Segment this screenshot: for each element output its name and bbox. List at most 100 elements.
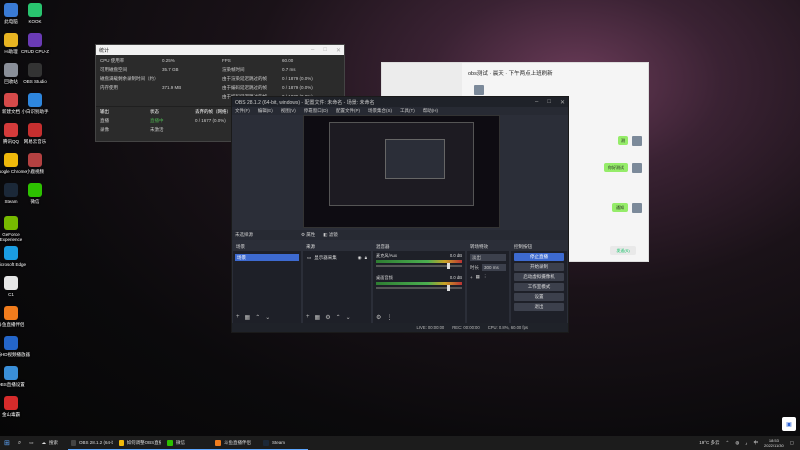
start-virtual-camera-button[interactable]: 启动虚拟摄像机 <box>514 273 564 281</box>
add-icon[interactable]: + <box>236 314 240 321</box>
menu-item[interactable]: 停靠窗口(D) <box>304 108 328 114</box>
duration-input[interactable]: 300 ms <box>482 264 506 271</box>
desktop-icon-label: Microsoft Edge <box>0 262 26 267</box>
add-icon[interactable]: + <box>306 314 310 321</box>
app-icon <box>4 276 18 290</box>
settings-button[interactable]: 设置 <box>514 293 564 301</box>
taskbar-app[interactable]: 微信 <box>164 436 213 450</box>
transition-type-select[interactable]: 淡出 <box>470 254 506 261</box>
send-button[interactable]: 发送(S) <box>610 246 636 255</box>
move-down-icon[interactable]: ⌄ <box>265 314 270 321</box>
live-timer: LIVE: 00:00:00 <box>416 325 445 330</box>
taskbar-app[interactable]: 如何调整OBS直播设... <box>116 436 165 450</box>
minimize-icon[interactable]: – <box>311 47 314 54</box>
volume-slider[interactable] <box>376 285 462 291</box>
volume-icon[interactable]: ♪ <box>745 441 747 446</box>
network-icon[interactable]: ◍ <box>735 440 739 446</box>
desktop-icon[interactable]: Microsoft Edge <box>0 246 31 267</box>
desktop-icon[interactable]: 小鹿视频 <box>15 153 55 174</box>
menu-item[interactable]: 场景集合(S) <box>368 108 392 114</box>
trash-icon[interactable]: ▦ <box>315 314 321 321</box>
eye-icon[interactable]: ◉ <box>358 255 362 261</box>
transition-type-row: 淡出 <box>470 254 506 261</box>
stat-cell: 由于编码延迟跳过的帧 <box>222 85 267 90</box>
stats-titlebar[interactable]: 统计 – □ ✕ <box>96 45 344 55</box>
desktop-icon[interactable]: 小白识别助手 <box>15 93 55 114</box>
desktop-icon[interactable]: C1 <box>0 276 31 297</box>
input-language[interactable]: 中 <box>754 440 759 446</box>
menu-item[interactable]: 配置文件(P) <box>336 108 360 114</box>
obs-titlebar[interactable]: OBS 28.1.2 (64-bit, windows) - 配置文件: 未命名… <box>232 97 568 107</box>
stat-cell: 内存使用 <box>100 85 118 90</box>
stat-cell: CPU 使用率 <box>100 58 125 63</box>
taskbar-app-label: Steam <box>272 440 286 445</box>
desktop-icon[interactable]: OBS直播设置 <box>0 366 31 387</box>
clock-date: 2022/11/30 <box>764 443 784 448</box>
filters-button[interactable]: ◧ 滤镜 <box>323 232 338 238</box>
weather-widget[interactable]: ☁ 搜索 <box>38 436 63 450</box>
menu-icon[interactable]: ⋮ <box>386 314 392 321</box>
menu-icon[interactable]: ⋮ <box>483 274 488 280</box>
trash-icon[interactable]: ▦ <box>245 314 251 321</box>
stat-cell: 磁盘满载剩余录制时间（约） <box>100 76 159 81</box>
stat-cell: 0.25% <box>162 58 175 63</box>
scene-item[interactable]: 场景 <box>235 254 299 261</box>
system-tray: 19°C 多云 ⌃ ◍ ♪ 中 18:53 2022/11/30 ▢ <box>699 438 800 448</box>
menu-item[interactable]: 帮助(H) <box>423 108 438 114</box>
desktop-icon[interactable]: KOOK <box>15 3 55 24</box>
taskbar-app[interactable]: 斗鱼直播伴侣 <box>212 436 261 450</box>
close-icon[interactable]: ✕ <box>560 99 565 106</box>
menu-item[interactable]: 文件(F) <box>235 108 250 114</box>
desktop-icon[interactable]: GeForce Experience <box>0 216 31 242</box>
settings-icon[interactable]: ⚙ <box>376 314 381 321</box>
move-up-icon[interactable]: ⌃ <box>255 314 260 321</box>
desktop-icon[interactable]: 斗鱼直播伴侣 <box>0 306 31 327</box>
weather-icon: ☁ <box>41 440 47 445</box>
volume-slider-knob[interactable] <box>447 263 450 269</box>
exit-button[interactable]: 退出 <box>514 303 564 311</box>
menu-item[interactable]: 视图(V) <box>281 108 296 114</box>
close-icon[interactable]: ✕ <box>336 47 341 54</box>
minimize-icon[interactable]: – <box>535 99 538 106</box>
obs-preview[interactable] <box>303 115 500 228</box>
studio-mode-button[interactable]: 工作室模式 <box>514 283 564 291</box>
monitor-icon: ▭ <box>307 254 312 260</box>
desktop-icon[interactable]: 网络HD视频播放器 <box>0 336 31 357</box>
notification-chip[interactable]: ▣ <box>782 417 796 431</box>
notification-icon[interactable]: ▢ <box>790 440 794 446</box>
desktop-icon[interactable]: OBS Studio <box>15 63 55 84</box>
desktop-icon[interactable]: 微信 <box>15 183 55 204</box>
desktop-icon[interactable]: CRUD CPU-Z <box>15 33 55 54</box>
add-icon[interactable]: + <box>470 275 473 280</box>
volume-slider[interactable] <box>376 263 462 269</box>
volume-slider-knob[interactable] <box>447 285 450 291</box>
desktop-icon[interactable]: 网易云音乐 <box>15 123 55 144</box>
stop-streaming-button[interactable]: 停止直播 <box>514 253 564 261</box>
gear-icon[interactable]: ⚙ <box>325 314 330 321</box>
lock-icon[interactable]: 🔒︎ <box>365 255 367 260</box>
output-header: 输出 <box>100 109 109 114</box>
maximize-icon[interactable]: □ <box>547 99 551 106</box>
trash-icon[interactable]: ▦ <box>476 274 480 280</box>
search-button[interactable]: ⌕ <box>14 436 25 450</box>
desktop-icon-label: KOOK <box>28 19 42 24</box>
chevron-up-icon[interactable]: ⌃ <box>726 440 730 446</box>
move-up-icon[interactable]: ⌃ <box>336 314 341 321</box>
menu-item[interactable]: 工具(T) <box>400 108 415 114</box>
clock[interactable]: 18:53 2022/11/30 <box>764 438 784 448</box>
taskbar-app[interactable]: Steam <box>260 436 309 450</box>
desktop-icon[interactable]: 金山毒霸 <box>0 396 31 417</box>
source-item[interactable]: ▭ 显示器采集 ◉ 🔒︎ <box>305 254 369 261</box>
start-button[interactable]: ⊞ <box>0 436 14 450</box>
maximize-icon[interactable]: □ <box>323 47 327 54</box>
taskbar-app[interactable]: OBS 28.1.2 (64-bit... <box>68 436 117 450</box>
output-cell: 未激活 <box>150 127 164 132</box>
menu-item[interactable]: 编辑(E) <box>258 108 273 114</box>
obs-menubar: 文件(F) 编辑(E) 视图(V) 停靠窗口(D) 配置文件(P) 场景集合(S) 工具(T… <box>232 107 568 115</box>
properties-button[interactable]: ⚙ 属性 <box>301 232 315 238</box>
move-down-icon[interactable]: ⌄ <box>346 314 351 321</box>
start-recording-button[interactable]: 开始录制 <box>514 263 564 271</box>
desktop-icon-label: 小鹿视频 <box>26 169 44 174</box>
desktop-icon-label: OBS Studio <box>23 79 47 84</box>
task-view-button[interactable]: ▭ <box>25 436 37 450</box>
